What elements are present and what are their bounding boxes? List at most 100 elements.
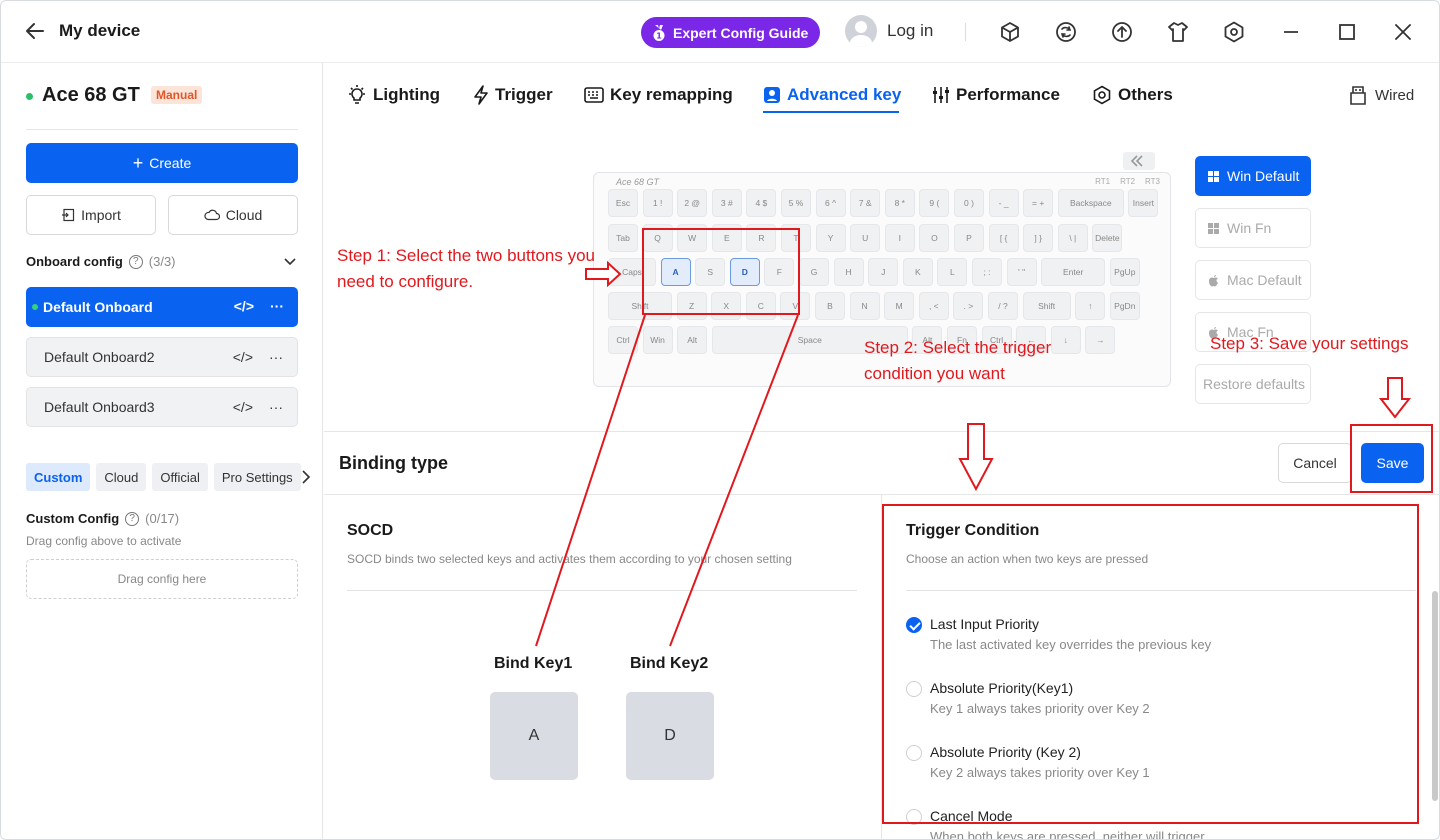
key-m[interactable]: M [884, 292, 915, 320]
key-pgdn[interactable]: PgDn [1109, 292, 1140, 320]
import-button[interactable]: Import [26, 195, 156, 235]
onboard-item-default-onboard[interactable]: Default Onboard </> ··· [26, 287, 298, 327]
key-b[interactable]: B [815, 292, 845, 320]
key-tab[interactable]: Tab [608, 224, 638, 252]
close-icon[interactable] [1391, 20, 1415, 44]
binding-type-title: Binding type [339, 453, 448, 473]
key-[interactable]: . > [953, 292, 984, 320]
key-[interactable]: [ { [988, 224, 1019, 252]
win-default-button[interactable]: Win Default [1195, 156, 1311, 196]
win-fn-button[interactable]: Win Fn [1195, 208, 1311, 248]
key-5[interactable]: 5 % [781, 189, 811, 217]
maximize-icon[interactable] [1335, 20, 1359, 44]
tshirt-icon[interactable] [1166, 20, 1190, 44]
help-icon[interactable]: ? [128, 254, 143, 269]
help-icon[interactable]: ? [125, 511, 140, 526]
onboard-item-default-onboard2[interactable]: Default Onboard2 </> ··· [26, 337, 298, 377]
bind-key1-slot[interactable]: A [490, 692, 578, 780]
tab-advanced-key[interactable]: Advanced key [763, 85, 901, 105]
key-[interactable]: / ? [988, 292, 1018, 320]
key-h[interactable]: H [833, 258, 864, 286]
key-1[interactable]: 1 ! [642, 189, 673, 217]
key-p[interactable]: P [954, 224, 984, 252]
tab-trigger[interactable]: Trigger [473, 85, 553, 105]
key-7[interactable]: 7 & [850, 189, 881, 217]
cancel-button[interactable]: Cancel [1278, 443, 1352, 483]
custom-config-header: Custom Config ? (0/17) [26, 511, 179, 526]
key-o[interactable]: O [919, 224, 950, 252]
more-icon[interactable]: ··· [269, 399, 283, 415]
key-l[interactable]: L [937, 258, 968, 286]
key-4[interactable]: 4 $ [746, 189, 777, 217]
key-[interactable]: ' " [1006, 258, 1037, 286]
key-[interactable]: = + [1023, 189, 1054, 217]
key-delete[interactable]: Delete [1092, 224, 1123, 252]
socd-divider [347, 590, 857, 591]
config-drop-zone[interactable]: Drag config here [26, 559, 298, 599]
expert-config-guide-button[interactable]: 1 Expert Config Guide [641, 17, 821, 48]
cube-icon[interactable] [998, 20, 1022, 44]
code-icon[interactable]: </> [234, 298, 254, 314]
key-0[interactable]: 0 ) [954, 189, 984, 217]
key-2[interactable]: 2 @ [677, 189, 708, 217]
key-esc[interactable]: Esc [608, 189, 638, 217]
key-[interactable]: - _ [988, 189, 1019, 217]
key-enter[interactable]: Enter [1041, 258, 1106, 286]
tag-pro-settings[interactable]: Pro Settings [213, 463, 301, 491]
tag-official[interactable]: Official [152, 463, 208, 491]
key-[interactable]: , < [918, 292, 949, 320]
onboard-item-default-onboard3[interactable]: Default Onboard3 </> ··· [26, 387, 298, 427]
mac-default-button[interactable]: Mac Default [1195, 260, 1311, 300]
more-icon[interactable]: ··· [269, 349, 283, 365]
key-pgup[interactable]: PgUp [1109, 258, 1140, 286]
tag-custom[interactable]: Custom [26, 463, 91, 491]
tab-lighting[interactable]: Lighting [347, 85, 440, 105]
tab-key-remapping[interactable]: Key remapping [584, 85, 733, 105]
code-icon[interactable]: </> [233, 399, 253, 415]
more-icon[interactable]: ··· [270, 298, 284, 314]
minimize-icon[interactable] [1279, 20, 1303, 44]
windows-icon [1208, 222, 1219, 234]
key-ctrl[interactable]: Ctrl [608, 326, 638, 354]
restore-defaults-button[interactable]: Restore defaults [1195, 364, 1311, 404]
key-3[interactable]: 3 # [711, 189, 742, 217]
tab-performance[interactable]: Performance [932, 85, 1060, 105]
key-[interactable]: \ | [1057, 224, 1088, 252]
cloud-button[interactable]: Cloud [168, 195, 298, 235]
profile-label: RT1 [1095, 177, 1111, 186]
key-shift[interactable]: Shift [1022, 292, 1071, 320]
upload-icon[interactable] [1110, 20, 1134, 44]
key-win[interactable]: Win [642, 326, 673, 354]
key-u[interactable]: U [850, 224, 881, 252]
title-bar: My device 1 Expert Config Guide Log in [1, 1, 1439, 63]
key-y[interactable]: Y [815, 224, 846, 252]
create-button[interactable]: + Create [26, 143, 298, 183]
refresh-globe-icon[interactable] [1054, 20, 1078, 44]
tab-others[interactable]: Others [1092, 85, 1173, 105]
lightning-icon [473, 85, 489, 105]
login-button[interactable]: Log in [845, 15, 933, 47]
key-9[interactable]: 9 ( [919, 189, 950, 217]
key-insert[interactable]: Insert [1128, 189, 1159, 217]
key-j[interactable]: J [868, 258, 899, 286]
settings-hex-icon[interactable] [1222, 20, 1246, 44]
code-icon[interactable]: </> [233, 349, 253, 365]
key-k[interactable]: K [902, 258, 933, 286]
key-backspace[interactable]: Backspace [1057, 189, 1124, 217]
key-alt[interactable]: Alt [677, 326, 708, 354]
key-[interactable]: ; : [972, 258, 1002, 286]
back-arrow-icon[interactable] [23, 19, 47, 43]
key-6[interactable]: 6 ^ [815, 189, 846, 217]
key-i[interactable]: I [884, 224, 915, 252]
key-8[interactable]: 8 * [884, 189, 915, 217]
active-status-dot [32, 304, 38, 310]
chevron-right-icon[interactable] [299, 469, 313, 485]
key-n[interactable]: N [849, 292, 880, 320]
key-g[interactable]: G [799, 258, 829, 286]
chevron-down-icon[interactable] [282, 253, 298, 269]
bind-key2-slot[interactable]: D [626, 692, 714, 780]
key-[interactable]: ] } [1023, 224, 1054, 252]
scrollbar-thumb[interactable] [1432, 591, 1438, 801]
key-[interactable]: ↑ [1075, 292, 1106, 320]
tag-cloud[interactable]: Cloud [96, 463, 147, 491]
